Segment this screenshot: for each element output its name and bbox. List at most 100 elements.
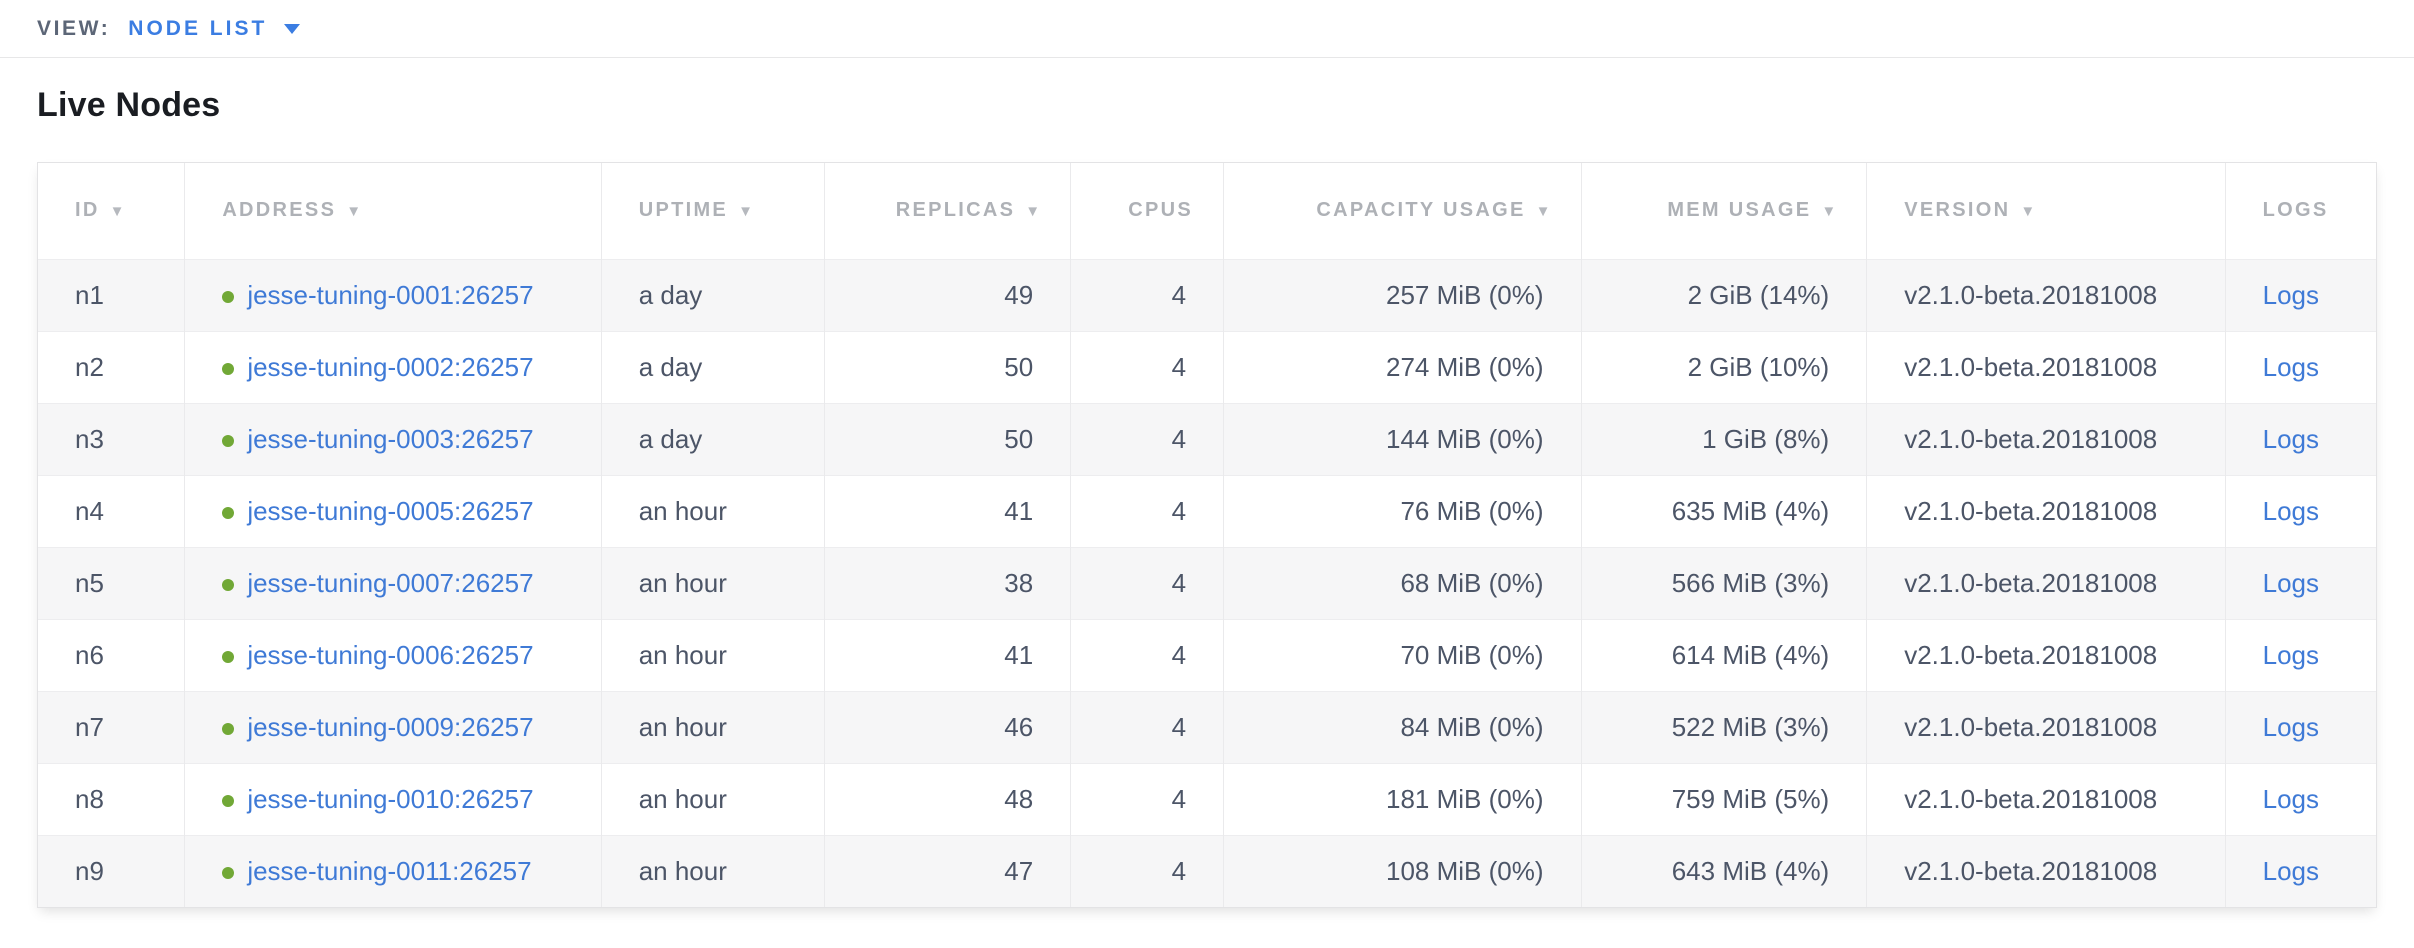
column-header-label: LOGS (2263, 199, 2329, 221)
cell-uptime: an hour (601, 763, 824, 835)
column-header-label: CAPACITY USAGE (1316, 199, 1525, 221)
node-address-link[interactable]: jesse-tuning-0010:26257 (247, 784, 533, 814)
cell-cpus: 4 (1071, 475, 1224, 547)
cell-capacity-usage: 274 MiB (0%) (1224, 331, 1581, 403)
cell-address: jesse-tuning-0001:26257 (185, 259, 601, 331)
cell-address: jesse-tuning-0002:26257 (185, 331, 601, 403)
cell-mem-usage: 1 GiB (8%) (1581, 403, 1867, 475)
node-address-link[interactable]: jesse-tuning-0003:26257 (247, 424, 533, 454)
chevron-down-icon (284, 24, 300, 34)
cell-uptime: a day (601, 331, 824, 403)
node-logs-link[interactable]: Logs (2263, 784, 2319, 814)
cell-cpus: 4 (1071, 763, 1224, 835)
cell-logs: Logs (2225, 691, 2376, 763)
cell-cpus: 4 (1071, 547, 1224, 619)
table-row: n6jesse-tuning-0006:26257an hour41470 Mi… (38, 619, 2376, 691)
cell-replicas: 50 (824, 331, 1071, 403)
table-header-row: ID▼ADDRESS▼UPTIME▼REPLICAS▼CPUSCAPACITY … (38, 163, 2376, 259)
node-logs-link[interactable]: Logs (2263, 280, 2319, 310)
cell-logs: Logs (2225, 403, 2376, 475)
node-logs-link[interactable]: Logs (2263, 352, 2319, 382)
column-header-cpus: CPUS (1071, 163, 1224, 259)
cell-replicas: 38 (824, 547, 1071, 619)
node-address-link[interactable]: jesse-tuning-0011:26257 (247, 856, 531, 886)
column-header-label: UPTIME (639, 199, 728, 221)
cell-cpus: 4 (1071, 619, 1224, 691)
node-address-link[interactable]: jesse-tuning-0006:26257 (247, 640, 533, 670)
view-selector-bar: VIEW: NODE LIST (0, 0, 2414, 58)
node-logs-link[interactable]: Logs (2263, 424, 2319, 454)
node-live-status-icon (222, 291, 234, 303)
cell-version: v2.1.0-beta.20181008 (1867, 259, 2225, 331)
node-address-link[interactable]: jesse-tuning-0001:26257 (247, 280, 533, 310)
table-row: n3jesse-tuning-0003:26257a day504144 MiB… (38, 403, 2376, 475)
node-logs-link[interactable]: Logs (2263, 712, 2319, 742)
node-address-link[interactable]: jesse-tuning-0009:26257 (247, 712, 533, 742)
table-row: n9jesse-tuning-0011:26257an hour474108 M… (38, 835, 2376, 907)
cell-replicas: 47 (824, 835, 1071, 907)
cell-version: v2.1.0-beta.20181008 (1867, 547, 2225, 619)
cell-mem-usage: 643 MiB (4%) (1581, 835, 1867, 907)
column-header-address[interactable]: ADDRESS▼ (185, 163, 601, 259)
cell-node-id: n8 (38, 763, 185, 835)
node-logs-link[interactable]: Logs (2263, 496, 2319, 526)
column-header-logs: LOGS (2225, 163, 2376, 259)
cell-node-id: n5 (38, 547, 185, 619)
cell-cpus: 4 (1071, 835, 1224, 907)
node-live-status-icon (222, 363, 234, 375)
cell-node-id: n1 (38, 259, 185, 331)
cell-node-id: n6 (38, 619, 185, 691)
cell-uptime: an hour (601, 547, 824, 619)
cell-logs: Logs (2225, 547, 2376, 619)
column-header-version[interactable]: VERSION▼ (1867, 163, 2225, 259)
column-header-label: VERSION (1904, 199, 2010, 221)
table-row: n8jesse-tuning-0010:26257an hour484181 M… (38, 763, 2376, 835)
cell-capacity-usage: 76 MiB (0%) (1224, 475, 1581, 547)
cell-cpus: 4 (1071, 259, 1224, 331)
node-logs-link[interactable]: Logs (2263, 856, 2319, 886)
column-header-uptime[interactable]: UPTIME▼ (601, 163, 824, 259)
view-dropdown[interactable]: NODE LIST (128, 17, 300, 41)
nodes-table-card: ID▼ADDRESS▼UPTIME▼REPLICAS▼CPUSCAPACITY … (37, 162, 2377, 908)
node-live-status-icon (222, 795, 234, 807)
cell-mem-usage: 2 GiB (14%) (1581, 259, 1867, 331)
node-live-status-icon (222, 507, 234, 519)
cell-version: v2.1.0-beta.20181008 (1867, 691, 2225, 763)
cell-version: v2.1.0-beta.20181008 (1867, 835, 2225, 907)
cell-capacity-usage: 84 MiB (0%) (1224, 691, 1581, 763)
cell-mem-usage: 635 MiB (4%) (1581, 475, 1867, 547)
node-address-link[interactable]: jesse-tuning-0007:26257 (247, 568, 533, 598)
view-label: VIEW: (37, 17, 110, 41)
cell-node-id: n7 (38, 691, 185, 763)
table-row: n2jesse-tuning-0002:26257a day504274 MiB… (38, 331, 2376, 403)
cell-capacity-usage: 144 MiB (0%) (1224, 403, 1581, 475)
column-header-id[interactable]: ID▼ (38, 163, 185, 259)
cell-replicas: 49 (824, 259, 1071, 331)
cell-uptime: an hour (601, 475, 824, 547)
cell-capacity-usage: 70 MiB (0%) (1224, 619, 1581, 691)
node-live-status-icon (222, 651, 234, 663)
node-address-link[interactable]: jesse-tuning-0002:26257 (247, 352, 533, 382)
sort-desc-icon: ▼ (346, 203, 361, 220)
node-logs-link[interactable]: Logs (2263, 568, 2319, 598)
node-live-status-icon (222, 723, 234, 735)
cell-cpus: 4 (1071, 403, 1224, 475)
cell-capacity-usage: 68 MiB (0%) (1224, 547, 1581, 619)
column-header-mem[interactable]: MEM USAGE▼ (1581, 163, 1867, 259)
cell-logs: Logs (2225, 331, 2376, 403)
cell-uptime: an hour (601, 619, 824, 691)
cell-address: jesse-tuning-0009:26257 (185, 691, 601, 763)
cell-mem-usage: 566 MiB (3%) (1581, 547, 1867, 619)
cell-logs: Logs (2225, 619, 2376, 691)
column-header-capacity[interactable]: CAPACITY USAGE▼ (1224, 163, 1581, 259)
node-logs-link[interactable]: Logs (2263, 640, 2319, 670)
node-address-link[interactable]: jesse-tuning-0005:26257 (247, 496, 533, 526)
cell-logs: Logs (2225, 259, 2376, 331)
cell-node-id: n4 (38, 475, 185, 547)
cell-address: jesse-tuning-0011:26257 (185, 835, 601, 907)
table-row: n1jesse-tuning-0001:26257a day494257 MiB… (38, 259, 2376, 331)
cell-mem-usage: 614 MiB (4%) (1581, 619, 1867, 691)
column-header-replicas[interactable]: REPLICAS▼ (824, 163, 1071, 259)
cell-logs: Logs (2225, 763, 2376, 835)
column-header-label: CPUS (1128, 199, 1193, 221)
